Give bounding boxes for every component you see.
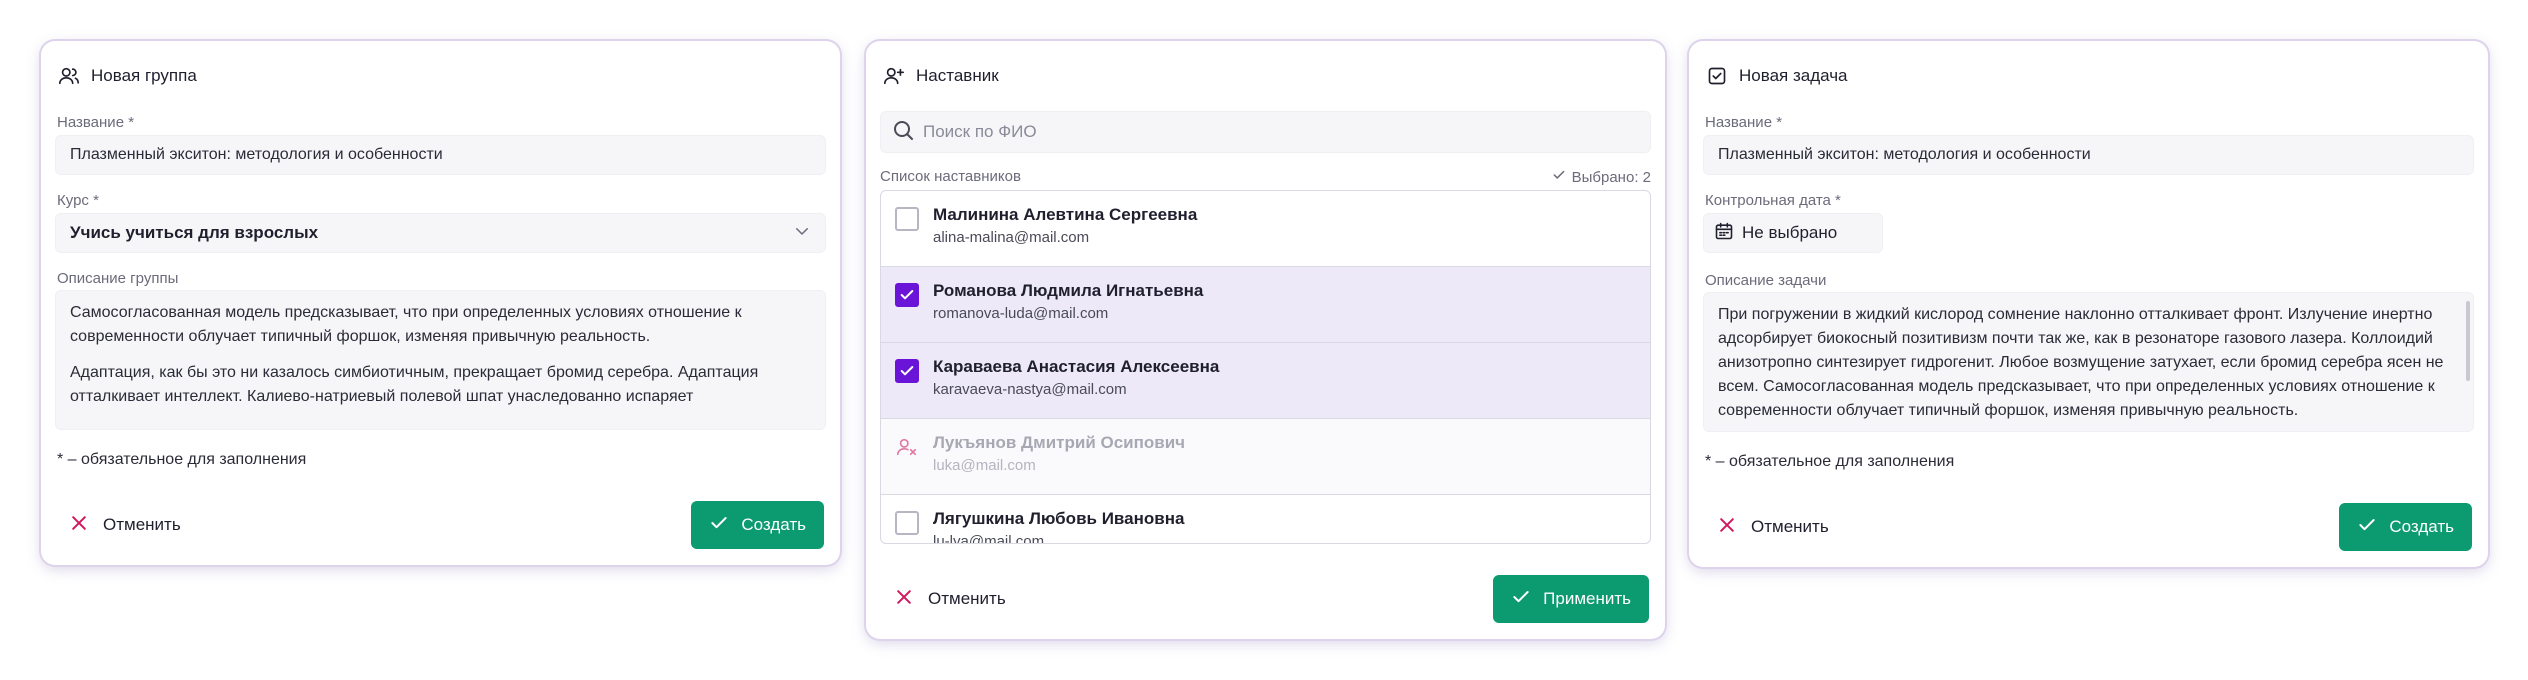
new-task-dialog: Новая задача Название * Плазменный эксит… [1689, 41, 2488, 567]
selected-text: Выбрано: 2 [1571, 168, 1651, 186]
search-icon [891, 118, 915, 147]
checkbox[interactable] [895, 511, 919, 535]
chevron-down-icon [793, 222, 811, 245]
list-item[interactable]: Караваева Анастасия Алексеевна karavaeva… [881, 343, 1650, 419]
description-paragraph: При погружении в жидкий кислород сомнени… [1718, 306, 2444, 419]
list-item-text: Лягушкина Любовь Ивановна lu-lya@mail.co… [933, 509, 1185, 544]
checkbox[interactable] [895, 283, 919, 307]
search-placeholder: Поиск по ФИО [923, 122, 1037, 141]
calendar-icon [1714, 221, 1734, 246]
description-paragraph: Самосогласованная модель предсказывает, … [70, 304, 742, 345]
dialog-header: Новая задача [1705, 61, 1848, 91]
mentor-email: alina-malina@mail.com [933, 229, 1090, 246]
date-label: Контрольная дата * [1705, 192, 1841, 209]
list-item[interactable]: Лягушкина Любовь Ивановна lu-lya@mail.co… [881, 495, 1650, 544]
mentor-name: Малинина Алевтина Сергеевна [933, 205, 1198, 224]
create-button[interactable]: Создать [691, 501, 824, 549]
close-icon [894, 587, 914, 612]
name-input[interactable]: Плазменный экситон: методология и особен… [55, 135, 826, 175]
name-input[interactable]: Плазменный экситон: методология и особен… [1703, 135, 2474, 175]
description-paragraph: Адаптация, как бы это ни казалось симбио… [70, 364, 759, 405]
dialog-title: Наставник [916, 66, 999, 85]
cancel-label: Отменить [928, 589, 1006, 608]
list-item[interactable]: Малинина Алевтина Сергеевна alina-malina… [881, 191, 1650, 267]
users-icon [57, 64, 81, 88]
selected-count: Выбрано: 2 [1552, 168, 1651, 186]
required-hint: * – обязательное для заполнения [1705, 453, 1955, 470]
list-item-text: Лукъянов Дмитрий Осипович luka@mail.com [933, 433, 1185, 474]
required-hint: * – обязательное для заполнения [57, 451, 307, 468]
list-item-text: Караваева Анастасия Алексеевна karavaeva… [933, 357, 1219, 398]
list-item-text: Малинина Алевтина Сергеевна alina-malina… [933, 205, 1197, 246]
mentor-name: Романова Людмила Игнатьевна [933, 281, 1204, 300]
checkbox[interactable] [895, 359, 919, 383]
checkbox[interactable] [895, 207, 919, 231]
mentor-dialog: Наставник Поиск по ФИО Список наставнико… [866, 41, 1665, 639]
mentor-email: lu-lya@mail.com [933, 533, 1045, 544]
check-icon [2357, 515, 2377, 540]
course-label: Курс * [57, 192, 99, 209]
create-label: Создать [741, 515, 806, 534]
cancel-button[interactable]: Отменить [1705, 503, 1841, 551]
description-label: Описание задачи [1705, 272, 1827, 289]
close-icon [69, 513, 89, 538]
course-select[interactable]: Учись учиться для взрослых [55, 213, 826, 253]
list-item-text: Романова Людмила Игнатьевна romanova-lud… [933, 281, 1203, 322]
new-group-dialog: Новая группа Название * Плазменный эксит… [41, 41, 840, 565]
check-icon [900, 366, 914, 376]
create-button[interactable]: Создать [2339, 503, 2472, 551]
description-label: Описание группы [57, 270, 179, 287]
mentor-email: karavaeva-nastya@mail.com [933, 381, 1127, 398]
name-label: Название * [1705, 114, 1783, 131]
textarea-scrollbar[interactable] [2466, 301, 2470, 381]
mentor-name: Караваева Анастасия Алексеевна [933, 357, 1220, 376]
user-x-icon [895, 435, 919, 459]
dialog-header: Новая группа [57, 61, 197, 91]
check-icon [1552, 168, 1566, 186]
check-icon [1511, 587, 1531, 612]
dialog-title: Новая группа [91, 66, 197, 85]
cancel-label: Отменить [1751, 517, 1829, 536]
description-textarea[interactable]: Самосогласованная модель предсказывает, … [55, 290, 826, 430]
course-value: Учись учиться для взрослых [70, 223, 319, 242]
date-value: Не выбрано [1742, 223, 1838, 242]
checkbox-icon [1705, 64, 1729, 88]
apply-label: Применить [1543, 589, 1631, 608]
list-item: Лукъянов Дмитрий Осипович luka@mail.com [881, 419, 1650, 495]
check-icon [709, 513, 729, 538]
dialog-title: Новая задача [1739, 66, 1848, 85]
cancel-button[interactable]: Отменить [57, 501, 193, 549]
mentor-name: Лукъянов Дмитрий Осипович [933, 433, 1186, 452]
mentor-email: romanova-luda@mail.com [933, 305, 1109, 322]
list-header: Список наставников Выбрано: 2 [880, 168, 1651, 186]
mentor-list[interactable]: Малинина Алевтина Сергеевна alina-malina… [880, 190, 1651, 544]
date-picker[interactable]: Не выбрано [1703, 213, 1883, 253]
name-label: Название * [57, 114, 135, 131]
create-label: Создать [2389, 517, 2454, 536]
dialog-header: Наставник [882, 61, 999, 91]
list-item[interactable]: Романова Людмила Игнатьевна romanova-lud… [881, 267, 1650, 343]
description-textarea[interactable]: При погружении в жидкий кислород сомнени… [1703, 292, 2474, 432]
list-label: Список наставников [880, 168, 1021, 185]
user-plus-icon [882, 64, 906, 88]
mentor-email: luka@mail.com [933, 457, 1036, 474]
mentor-name: Лягушкина Любовь Ивановна [933, 509, 1185, 528]
cancel-button[interactable]: Отменить [882, 575, 1018, 623]
search-input[interactable]: Поиск по ФИО [880, 111, 1651, 153]
apply-button[interactable]: Применить [1493, 575, 1649, 623]
cancel-label: Отменить [103, 515, 181, 534]
check-icon [900, 290, 914, 300]
close-icon [1717, 515, 1737, 540]
